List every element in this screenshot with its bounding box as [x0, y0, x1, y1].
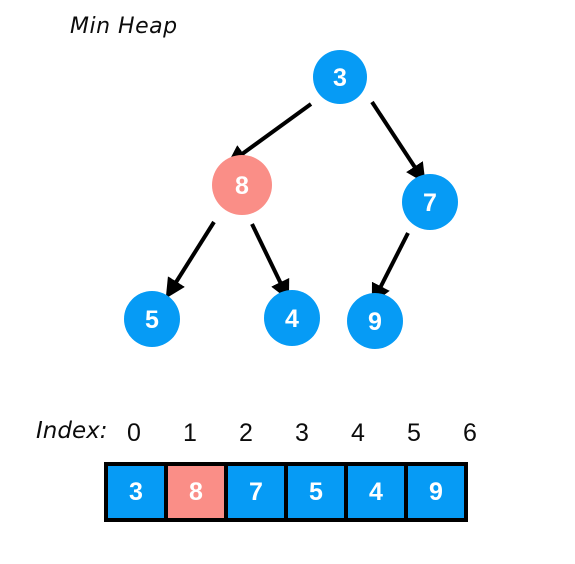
- tree-node-9[interactable]: 9: [347, 293, 403, 349]
- tree-edge-n2-n5: [371, 232, 410, 305]
- array-cell-0[interactable]: 3: [104, 462, 168, 522]
- heap-array: 3 8 7 5 4 9: [104, 462, 468, 522]
- tree-edge-n0-n1: [226, 102, 313, 165]
- index-number-1: 1: [183, 419, 197, 447]
- array-cell-value: 7: [249, 477, 263, 506]
- tree-node-value: 5: [145, 306, 159, 334]
- tree-node-8[interactable]: 8: [212, 155, 272, 215]
- index-number-0: 0: [127, 419, 141, 447]
- array-cell-value: 8: [189, 477, 203, 506]
- tree-nodes: 3 8 7 5 4 9: [124, 50, 458, 349]
- array-cell-2[interactable]: 7: [224, 462, 288, 522]
- tree-edge-n1-n4: [250, 223, 290, 301]
- tree-node-7[interactable]: 7: [402, 174, 458, 230]
- tree-edges: [165, 100, 426, 305]
- array-cell-5[interactable]: 9: [404, 462, 468, 522]
- index-number-6: 6: [463, 419, 477, 447]
- tree-node-value: 4: [285, 305, 299, 333]
- index-number-5: 5: [407, 419, 421, 447]
- array-cell-value: 9: [429, 477, 443, 506]
- tree-node-value: 7: [423, 189, 437, 217]
- index-number-4: 4: [351, 419, 365, 447]
- tree-edge-n1-n3: [165, 220, 216, 299]
- index-number-2: 2: [239, 419, 253, 447]
- tree-node-4[interactable]: 4: [264, 290, 320, 346]
- index-number-3: 3: [295, 419, 309, 447]
- tree-edge-n0-n2: [370, 100, 426, 184]
- array-cell-4[interactable]: 4: [344, 462, 408, 522]
- array-cell-1[interactable]: 8: [164, 462, 228, 522]
- array-cell-value: 5: [309, 477, 323, 506]
- tree-node-5[interactable]: 5: [124, 291, 180, 347]
- array-cell-value: 4: [369, 477, 383, 506]
- tree-node-value: 3: [333, 64, 347, 92]
- binary-heap-tree: 3 8 7 5 4 9: [124, 50, 458, 349]
- tree-node-value: 9: [368, 308, 382, 336]
- array-cell-value: 3: [129, 477, 143, 506]
- array-cell-3[interactable]: 5: [284, 462, 348, 522]
- tree-node-value: 8: [235, 172, 249, 200]
- index-row-label: Index:: [36, 418, 108, 444]
- tree-node-3[interactable]: 3: [313, 50, 367, 104]
- heap-diagram-canvas: Min Heap 387549 Index: 0123456 387549: [0, 0, 575, 564]
